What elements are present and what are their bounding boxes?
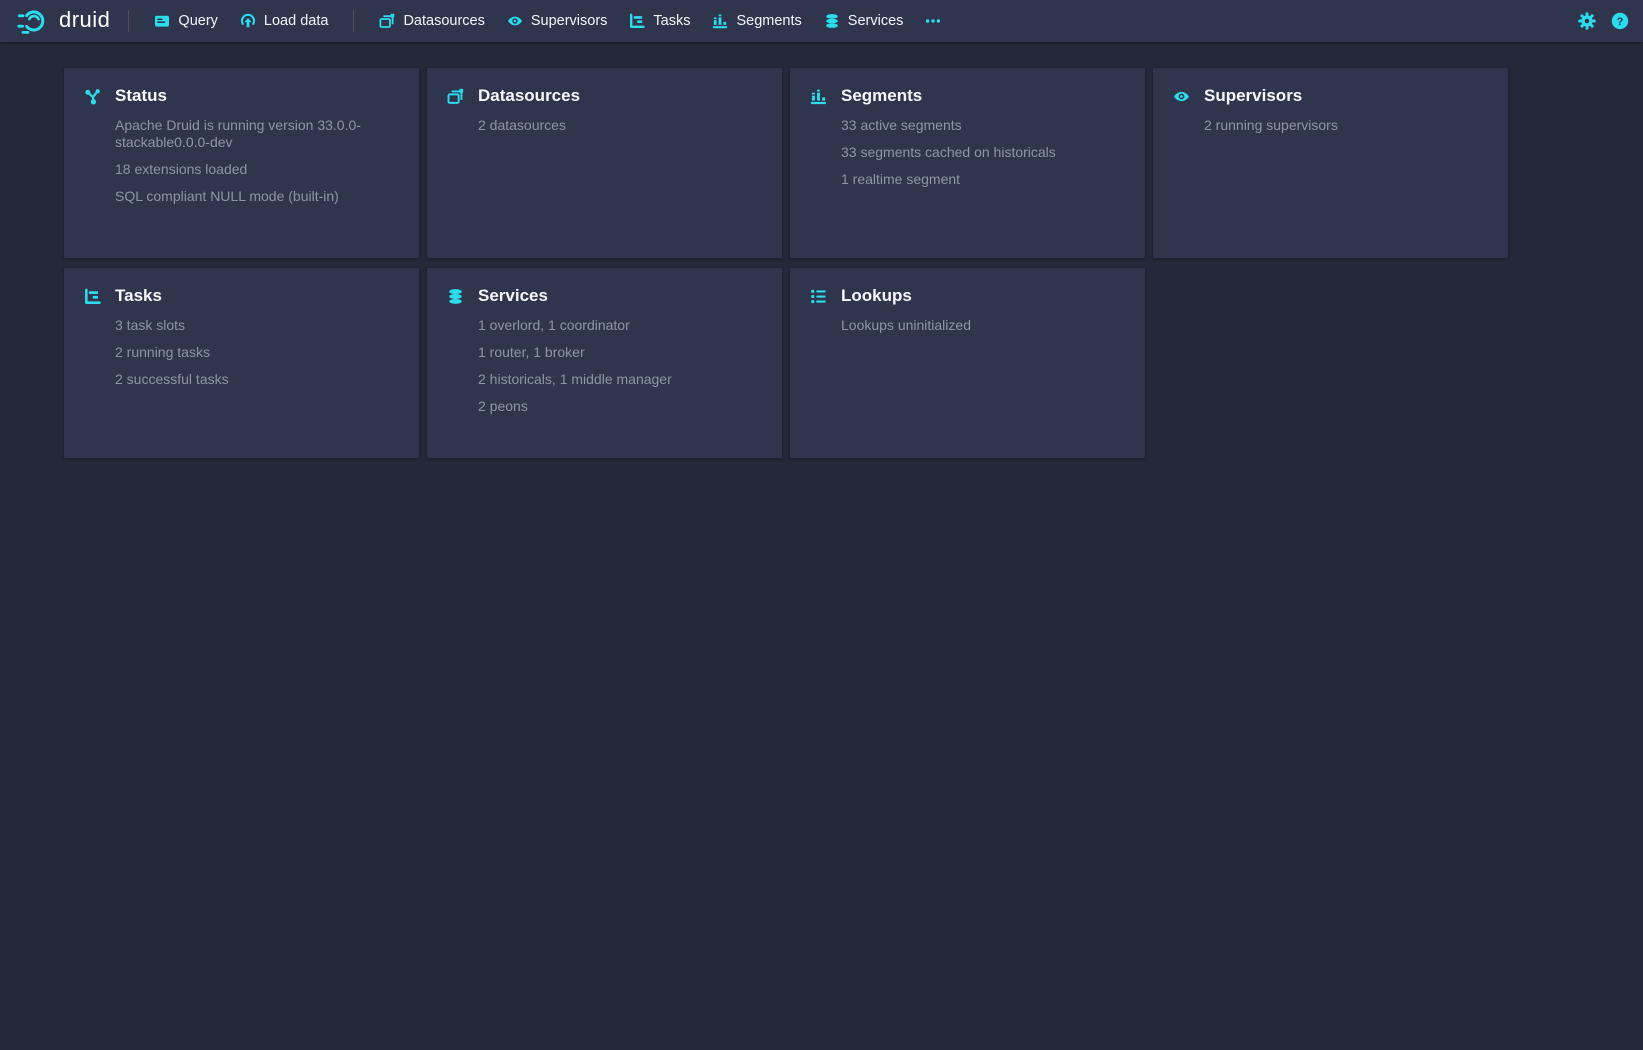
graph-icon [84,88,101,105]
card-header: Lookups [810,286,1129,306]
tasks-card[interactable]: Tasks 3 task slots 2 running tasks 2 suc… [64,268,419,458]
druid-logo-icon [16,6,50,36]
nav-item-label: Tasks [653,13,690,29]
status-null-mode-line: SQL compliant NULL mode (built-in) [115,188,403,205]
database-icon [447,288,464,305]
datasources-count-line: 2 datasources [478,117,766,134]
upload-icon [240,13,256,29]
nav-item-label: Supervisors [531,13,608,29]
services-overlord-line: 1 overlord, 1 coordinator [478,317,766,334]
nav-item-load-data[interactable]: Load data [229,7,340,35]
card-header: Datasources [447,86,766,106]
nav-item-label: Query [178,13,218,29]
tasks-running-line: 2 running tasks [115,344,403,361]
lookups-card[interactable]: Lookups Lookups uninitialized [790,268,1145,458]
lookups-status-line: Lookups uninitialized [841,317,1129,334]
card-title: Segments [841,86,922,106]
card-header: Status [84,86,403,106]
nav-item-segments[interactable]: Segments [701,7,812,35]
segments-active-line: 33 active segments [841,117,1129,134]
navbar-divider [128,10,129,32]
services-card[interactable]: Services 1 overlord, 1 coordinator 1 rou… [427,268,782,458]
gantt-icon [84,288,101,305]
status-card[interactable]: Status Apache Druid is running version 3… [64,68,419,258]
gantt-icon [629,13,645,29]
card-header: Tasks [84,286,403,306]
card-title: Lookups [841,286,912,306]
home-cards-grid: Status Apache Druid is running version 3… [64,68,1510,458]
card-title: Datasources [478,86,580,106]
database-icon [824,13,840,29]
nav-item-services[interactable]: Services [813,7,915,35]
services-historicals-line: 2 historicals, 1 middle manager [478,371,766,388]
druid-logo[interactable]: druid [12,6,114,36]
card-title: Status [115,86,167,106]
navbar-divider [353,10,354,32]
card-title: Supervisors [1204,86,1302,106]
card-header: Services [447,286,766,306]
properties-icon [810,288,827,305]
status-version-line: Apache Druid is running version 33.0.0-s… [115,117,403,151]
nav-item-label: Datasources [403,13,484,29]
nav-item-query[interactable]: Query [143,7,229,35]
bar-chart-icon [712,13,728,29]
tasks-successful-line: 2 successful tasks [115,371,403,388]
bar-chart-icon [810,88,827,105]
help-icon[interactable]: ? [1611,12,1629,30]
eye-icon [1173,88,1190,105]
services-peons-line: 2 peons [478,398,766,415]
status-extensions-line: 18 extensions loaded [115,161,403,178]
datasources-card[interactable]: Datasources 2 datasources [427,68,782,258]
tasks-slots-line: 3 task slots [115,317,403,334]
brand-name: druid [59,9,110,33]
supervisors-card[interactable]: Supervisors 2 running supervisors [1153,68,1508,258]
nav-more-button[interactable] [914,7,952,35]
card-title: Tasks [115,286,162,306]
datasources-icon [447,88,464,105]
card-title: Services [478,286,548,306]
eye-icon [507,13,523,29]
navbar-right-actions: ? [1578,12,1629,30]
more-icon [925,13,941,29]
nav-item-datasources[interactable]: Datasources [368,7,495,35]
top-navbar: druid Query Load data [0,0,1643,42]
nav-item-label: Segments [736,13,801,29]
services-router-line: 1 router, 1 broker [478,344,766,361]
card-header: Segments [810,86,1129,106]
nav-item-label: Load data [264,13,329,29]
datasources-icon [379,13,395,29]
nav-item-tasks[interactable]: Tasks [618,7,701,35]
gear-icon[interactable] [1578,12,1596,30]
card-header: Supervisors [1173,86,1492,106]
supervisors-count-line: 2 running supervisors [1204,117,1492,134]
svg-text:?: ? [1617,16,1624,28]
query-icon [154,13,170,29]
segments-realtime-line: 1 realtime segment [841,171,1129,188]
nav-item-supervisors[interactable]: Supervisors [496,7,619,35]
segments-cached-line: 33 segments cached on historicals [841,144,1129,161]
druid-console-home: druid Query Load data [0,0,1643,1050]
segments-card[interactable]: Segments 33 active segments 33 segments … [790,68,1145,258]
nav-item-label: Services [848,13,904,29]
